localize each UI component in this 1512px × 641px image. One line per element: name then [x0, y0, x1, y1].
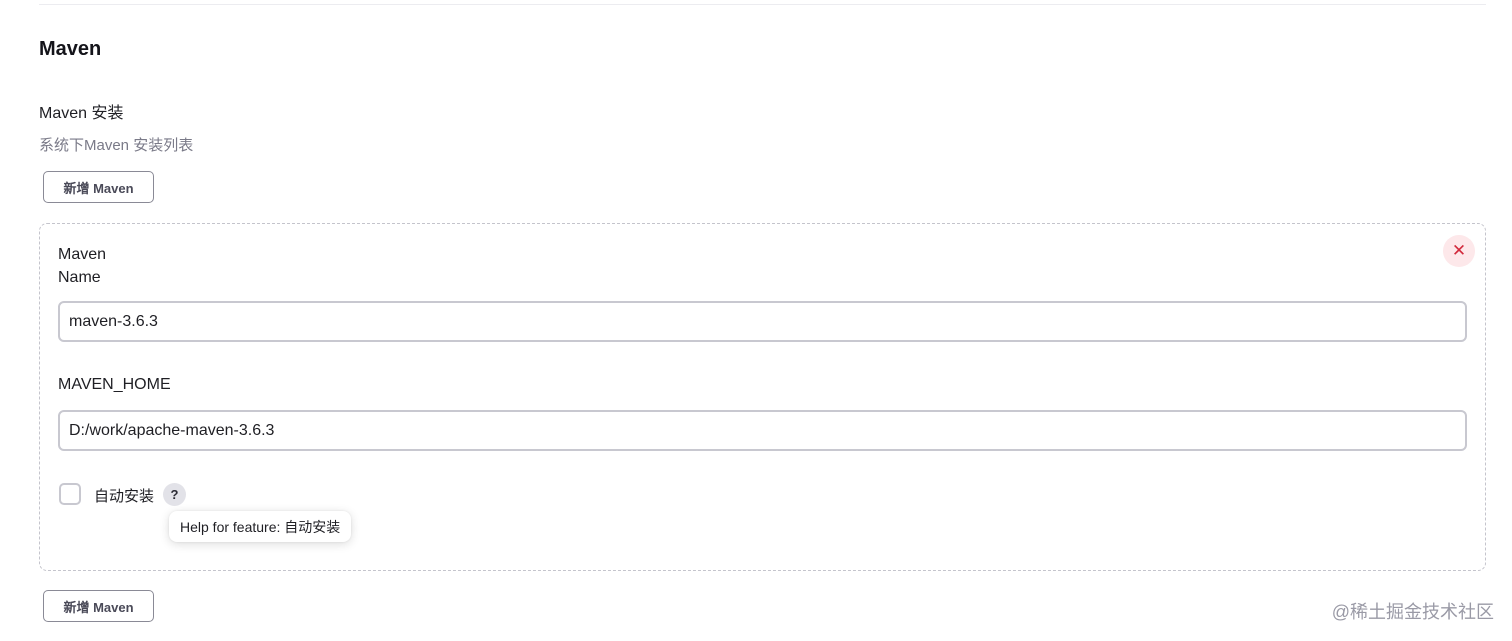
maven-installations-label: Maven 安装 [39, 105, 124, 122]
close-icon: ✕ [1451, 241, 1467, 260]
maven-entry-title-line2: Name [58, 269, 101, 286]
auto-install-checkbox[interactable] [59, 483, 81, 505]
maven-home-input[interactable] [58, 410, 1467, 451]
section-title: Maven [39, 38, 102, 60]
maven-installation-block: Maven Name ✕ MAVEN_HOME 自动安装 ? Help for … [39, 223, 1486, 571]
help-icon[interactable]: ? [163, 483, 186, 506]
help-tooltip: Help for feature: 自动安装 [169, 511, 352, 542]
auto-install-label[interactable]: 自动安装 [94, 485, 154, 506]
maven-entry-title: Maven Name [58, 243, 106, 289]
watermark: @稀土掘金技术社区 [1331, 602, 1494, 622]
question-mark-icon: ? [170, 487, 179, 502]
maven-entry-title-line1: Maven [58, 246, 107, 263]
delete-maven-button[interactable]: ✕ [1443, 235, 1475, 267]
add-maven-button-top[interactable]: 新增 Maven [43, 171, 154, 203]
maven-installations-description: 系统下Maven 安装列表 [39, 137, 194, 154]
top-divider [39, 4, 1486, 5]
maven-name-input[interactable] [58, 301, 1467, 342]
add-maven-button-bottom[interactable]: 新增 Maven [43, 590, 154, 622]
maven-home-label: MAVEN_HOME [58, 376, 171, 393]
